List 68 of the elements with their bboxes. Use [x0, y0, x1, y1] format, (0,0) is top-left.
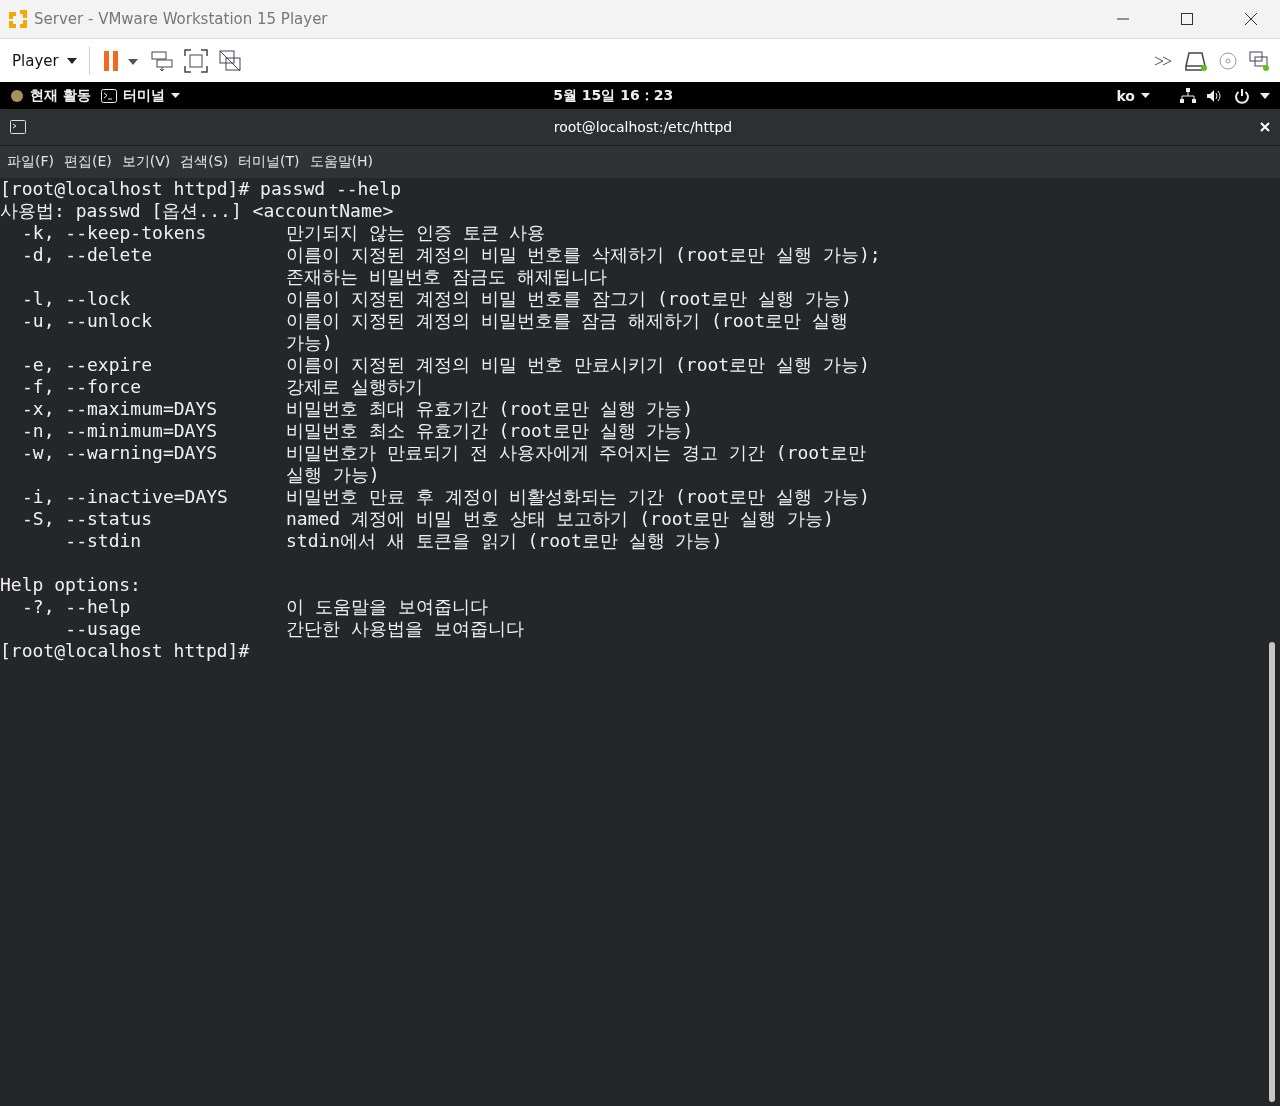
menu-item[interactable]: 도움말(H) — [304, 153, 379, 171]
language-menu[interactable]: ko — [1116, 87, 1160, 104]
option-description: 비밀번호 최소 유효기간 (root로만 실행 가능) — [286, 420, 694, 442]
option-description: 존재하는 비밀번호 잠금도 해제됩니다 — [286, 266, 607, 288]
menu-item[interactable]: 편집(E) — [59, 153, 117, 171]
maximize-icon — [1180, 12, 1194, 26]
app-logo-icon — [8, 9, 28, 29]
option-text: -d, --delete — [22, 244, 153, 265]
option-description: 실행 가능) — [286, 464, 380, 486]
cd-icon[interactable] — [1218, 50, 1238, 71]
flower-logo-icon — [10, 88, 24, 103]
double-chevron-icon[interactable] — [1154, 54, 1174, 67]
option-description: 이름이 지정된 계정의 비밀 번호를 삭제하기 (root로만 실행 가능); — [286, 244, 881, 266]
option-text: --stdin — [64, 530, 142, 551]
option-text: -k, --keep-tokens — [22, 222, 207, 243]
menu-item[interactable]: 검색(S) — [175, 153, 234, 171]
network-adapter-icon[interactable] — [1248, 49, 1270, 72]
close-button[interactable] — [1260, 122, 1270, 132]
option-text: -?, --help — [22, 596, 131, 617]
option-text: -l, --lock — [22, 288, 131, 309]
terminal-icon — [10, 120, 26, 134]
option-description: 이름이 지정된 계정의 비밀번호를 잠금 해제하기 (root로만 실행 — [286, 310, 849, 332]
scrollbar-thumb[interactable] — [1269, 642, 1275, 1102]
option-description: 가능) — [286, 332, 333, 354]
caret-icon[interactable] — [1260, 92, 1270, 99]
volume-icon[interactable] — [1206, 88, 1222, 103]
terminal-line: 사용법: passwd [옵션...] <accountName> — [0, 200, 394, 222]
option-text: -S, --status — [22, 508, 153, 529]
option-description: 이름이 지정된 계정의 비밀 번호 만료시키기 (root로만 실행 가능) — [286, 354, 870, 376]
power-icon[interactable] — [1234, 87, 1250, 104]
menu-item[interactable]: 파일(F) — [2, 153, 59, 171]
caret-icon — [66, 57, 77, 64]
option-text: -n, --minimum=DAYS — [22, 420, 218, 441]
terminal-icon — [100, 88, 117, 103]
option-text: -w, --warning=DAYS — [22, 442, 218, 463]
option-description: 비밀번호가 만료되기 전 사용자에게 주어지는 경고 기간 (root로만 — [286, 442, 867, 464]
option-text: -e, --expire — [22, 354, 153, 375]
network-icon[interactable] — [1180, 87, 1196, 104]
option-description: 비밀번호 최대 유효기간 (root로만 실행 가능) — [286, 398, 694, 420]
option-description: 강제로 실행하기 — [286, 376, 423, 398]
option-description: 간단한 사용법을 보여줍니다 — [286, 618, 524, 640]
option-description: named 계정에 비밀 번호 상태 보고하기 (root로만 실행 가능) — [286, 508, 834, 530]
terminal-title: root@localhost:/etc/httpd — [552, 119, 734, 135]
option-text: -x, --maximum=DAYS — [22, 398, 218, 419]
option-text: -u, --unlock — [22, 310, 153, 331]
option-text: -i, --inactive=DAYS — [22, 486, 228, 507]
caret-icon — [170, 93, 180, 98]
player-menu[interactable]: Player — [10, 51, 79, 70]
terminal-line: [root@localhost httpd]# passwd --help — [0, 178, 401, 200]
option-description: 비밀번호 만료 후 계정이 비활성화되는 기간 (root로만 실행 가능) — [286, 486, 870, 508]
activities-button[interactable]: 현재 활동 — [10, 86, 101, 105]
menu-item[interactable]: 터미널(T) — [233, 153, 305, 171]
close-icon — [1244, 12, 1258, 26]
option-description: 만기되지 않는 인증 토큰 사용 — [286, 222, 546, 244]
terminal-line: Help options: — [0, 574, 141, 596]
option-description: 이 도움말을 보여줍니다 — [286, 596, 488, 618]
menu-item[interactable]: 보기(V) — [116, 153, 176, 171]
option-description: stdin에서 새 토큰을 읽기 (root로만 실행 가능) — [286, 530, 723, 552]
terminal-line: [root@localhost httpd]# — [0, 640, 250, 662]
window-title: Server - VMware Workstation 15 Player — [34, 10, 329, 28]
caret-icon — [1141, 93, 1150, 98]
option-text: --usage — [64, 618, 142, 639]
clock[interactable]: 5월 15일 16：23 — [189, 86, 1117, 105]
option-text: -f, --force — [22, 376, 142, 397]
send-keys-icon[interactable] — [149, 48, 174, 73]
terminal-app-menu[interactable]: 터미널 — [100, 86, 190, 105]
fullscreen-icon[interactable] — [183, 48, 208, 73]
option-description: 이름이 지정된 계정의 비밀 번호를 잠그기 (root로만 실행 가능) — [286, 288, 852, 310]
